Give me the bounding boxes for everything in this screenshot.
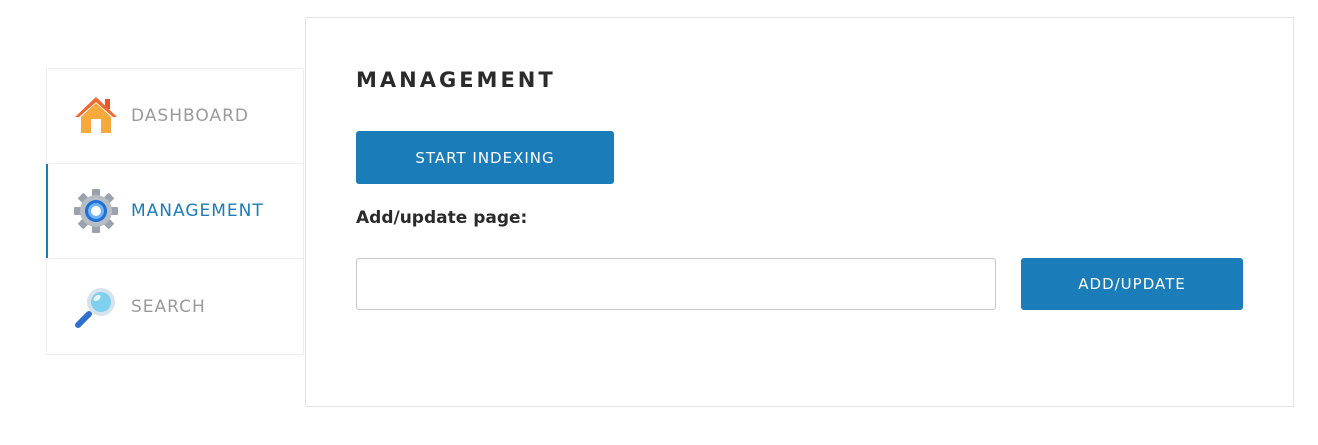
start-indexing-button[interactable]: START INDEXING (356, 131, 614, 184)
page-title: MANAGEMENT (356, 68, 556, 92)
add-update-page-label: Add/update page: (356, 208, 528, 228)
sidebar-item-label: MANAGEMENT (131, 201, 264, 221)
sidebar-item-search[interactable]: SEARCH (47, 259, 303, 354)
home-icon (73, 93, 119, 139)
add-update-button[interactable]: ADD/UPDATE (1021, 258, 1243, 310)
management-panel: MANAGEMENT START INDEXING Add/update pag… (305, 17, 1294, 407)
sidebar-nav: DASHBOARD MANAGEMENT SEARCH (46, 68, 304, 355)
sidebar-item-management[interactable]: MANAGEMENT (46, 164, 303, 259)
page-url-input[interactable] (356, 258, 996, 310)
sidebar-item-label: SEARCH (131, 296, 206, 317)
sidebar-item-dashboard[interactable]: DASHBOARD (47, 69, 303, 164)
magnifier-icon (73, 284, 119, 330)
sidebar-item-label: DASHBOARD (131, 106, 249, 126)
gear-icon (73, 188, 119, 234)
